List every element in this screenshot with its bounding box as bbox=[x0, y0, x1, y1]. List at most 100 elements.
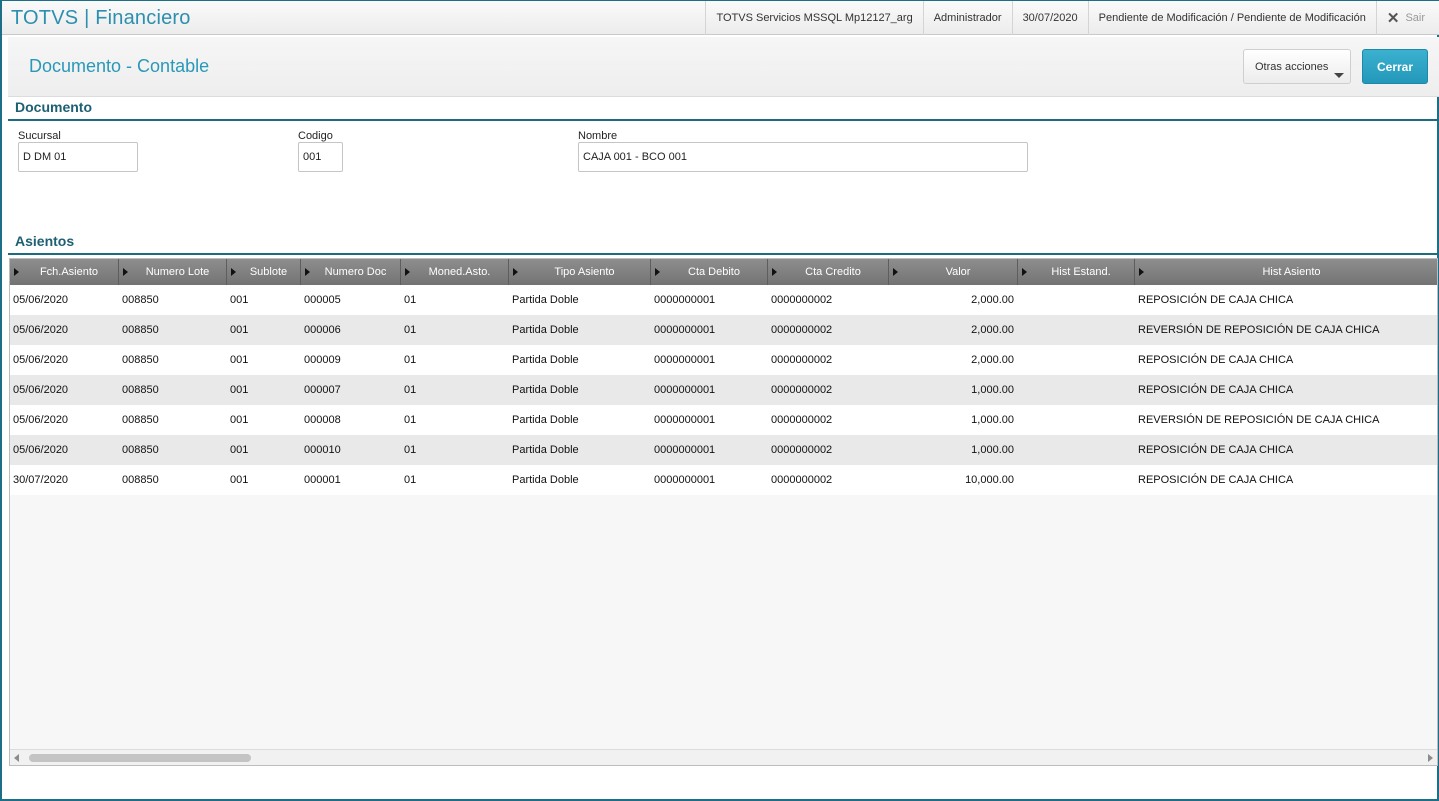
sort-arrow-icon bbox=[305, 268, 310, 276]
table-cell: 2,000.00 bbox=[971, 354, 1014, 366]
table-cell: 05/06/2020 bbox=[13, 294, 69, 306]
table-cell: 2,000.00 bbox=[971, 324, 1014, 336]
table-cell: REVERSIÓN DE REPOSICIÓN DE CAJA CHICA bbox=[1138, 414, 1380, 426]
codigo-field[interactable] bbox=[298, 142, 343, 172]
table-cell bbox=[1018, 345, 1135, 375]
column-header-label: Hist Estand. bbox=[1051, 266, 1111, 278]
exit-label: Sair bbox=[1405, 12, 1425, 24]
table-cell bbox=[1018, 375, 1135, 405]
table-cell: 0000000001 bbox=[654, 474, 716, 486]
sort-arrow-icon bbox=[14, 268, 19, 276]
table-cell: 0000000001 bbox=[654, 414, 716, 426]
scroll-left-icon[interactable] bbox=[14, 754, 19, 762]
grid-header: Fch.Asiento Numero Lote Sublote Numero Doc M… bbox=[10, 259, 1437, 285]
sort-arrow-icon bbox=[772, 268, 777, 276]
table-cell: Partida Doble bbox=[512, 414, 579, 426]
sucursal-label: Sucursal bbox=[18, 130, 61, 142]
more-actions-label: Otras acciones bbox=[1255, 60, 1329, 73]
table-cell bbox=[1018, 285, 1135, 315]
table-cell: 001 bbox=[230, 324, 249, 336]
table-cell: Partida Doble bbox=[512, 324, 579, 336]
table-cell: 000007 bbox=[304, 384, 341, 396]
column-header-label: Moned.Asto. bbox=[428, 266, 491, 278]
table-cell: 01 bbox=[404, 384, 417, 396]
table-cell: Partida Doble bbox=[512, 474, 579, 486]
column-header[interactable]: Numero Lote bbox=[119, 259, 227, 285]
table-cell: 01 bbox=[404, 444, 417, 456]
column-header-label: Cta Debito bbox=[688, 266, 740, 278]
nombre-field[interactable] bbox=[578, 142, 1028, 172]
more-actions-button[interactable]: Otras acciones bbox=[1243, 49, 1351, 84]
table-cell: 01 bbox=[404, 354, 417, 366]
scrollbar-thumb[interactable] bbox=[29, 754, 251, 762]
table-cell: 008850 bbox=[122, 444, 159, 456]
close-icon: ✕ bbox=[1386, 10, 1400, 27]
table-cell: 01 bbox=[404, 474, 417, 486]
table-cell: 0000000002 bbox=[771, 414, 833, 426]
column-header[interactable]: Valor bbox=[889, 259, 1018, 285]
table-cell: 008850 bbox=[122, 324, 159, 336]
table-cell: 001 bbox=[230, 294, 249, 306]
table-cell: 1,000.00 bbox=[971, 414, 1014, 426]
table-row[interactable]: 30/07/2020 008850 001 000001 01 Partida Doble… bbox=[10, 465, 1437, 495]
sort-arrow-icon bbox=[405, 268, 410, 276]
column-header[interactable]: Moned.Asto. bbox=[401, 259, 509, 285]
table-cell: 2,000.00 bbox=[971, 294, 1014, 306]
status-label: Pendiente de Modificación / Pendiente de… bbox=[1087, 1, 1376, 35]
table-row[interactable]: 05/06/2020 008850 001 000010 01 Partida Doble… bbox=[10, 435, 1437, 465]
column-header-label: Tipo Asiento bbox=[554, 266, 615, 278]
table-cell: REPOSICIÓN DE CAJA CHICA bbox=[1138, 384, 1294, 396]
table-cell: 001 bbox=[230, 414, 249, 426]
table-cell: 008850 bbox=[122, 474, 159, 486]
table-cell: REPOSICIÓN DE CAJA CHICA bbox=[1138, 444, 1294, 456]
sort-arrow-icon bbox=[893, 268, 898, 276]
column-header[interactable]: Tipo Asiento bbox=[509, 259, 651, 285]
page-header: Documento - Contable Otras acciones Cerr… bbox=[8, 37, 1439, 97]
column-header[interactable]: Numero Doc bbox=[301, 259, 401, 285]
table-cell: 05/06/2020 bbox=[13, 324, 69, 336]
top-bar: TOTVS | Financiero TOTVS Servicios MSSQL… bbox=[2, 1, 1439, 35]
table-row[interactable]: 05/06/2020 008850 001 000009 01 Partida Doble… bbox=[10, 345, 1437, 375]
horizontal-scrollbar[interactable] bbox=[10, 749, 1437, 765]
date-label: 30/07/2020 bbox=[1011, 1, 1088, 35]
exit-button[interactable]: ✕ Sair bbox=[1375, 1, 1439, 35]
column-header[interactable]: Hist Estand. bbox=[1018, 259, 1135, 285]
table-cell: 0000000002 bbox=[771, 444, 833, 456]
column-header[interactable]: Hist Asiento bbox=[1135, 259, 1437, 285]
chevron-down-icon bbox=[1334, 73, 1344, 78]
close-button[interactable]: Cerrar bbox=[1362, 49, 1428, 84]
table-row[interactable]: 05/06/2020 008850 001 000007 01 Partida Doble… bbox=[10, 375, 1437, 405]
table-cell: REPOSICIÓN DE CAJA CHICA bbox=[1138, 354, 1294, 366]
column-header[interactable]: Fch.Asiento bbox=[10, 259, 119, 285]
column-header[interactable]: Cta Debito bbox=[651, 259, 768, 285]
column-header-label: Numero Lote bbox=[145, 266, 210, 278]
table-cell: 000008 bbox=[304, 414, 341, 426]
table-cell: 000001 bbox=[304, 474, 341, 486]
table-row[interactable]: 05/06/2020 008850 001 000005 01 Partida Doble… bbox=[10, 285, 1437, 315]
table-row[interactable]: 05/06/2020 008850 001 000006 01 Partida Doble… bbox=[10, 315, 1437, 345]
sort-arrow-icon bbox=[513, 268, 518, 276]
table-cell: 008850 bbox=[122, 414, 159, 426]
column-header-label: Fch.Asiento bbox=[39, 266, 99, 278]
sucursal-field[interactable] bbox=[18, 142, 138, 172]
table-cell: REVERSIÓN DE REPOSICIÓN DE CAJA CHICA bbox=[1138, 324, 1380, 336]
table-cell: 05/06/2020 bbox=[13, 354, 69, 366]
column-header-label: Cta Credito bbox=[805, 266, 861, 278]
column-header[interactable]: Sublote bbox=[227, 259, 301, 285]
table-cell: Partida Doble bbox=[512, 354, 579, 366]
app-brand: TOTVS | Financiero bbox=[11, 7, 191, 29]
table-cell: 008850 bbox=[122, 384, 159, 396]
table-cell: 05/06/2020 bbox=[13, 384, 69, 396]
column-header[interactable]: Cta Credito bbox=[768, 259, 889, 285]
table-cell: 000005 bbox=[304, 294, 341, 306]
table-row[interactable]: 05/06/2020 008850 001 000008 01 Partida Doble… bbox=[10, 405, 1437, 435]
sort-arrow-icon bbox=[231, 268, 236, 276]
column-header-label: Sublote bbox=[249, 266, 288, 278]
table-cell: 05/06/2020 bbox=[13, 414, 69, 426]
table-cell: 008850 bbox=[122, 354, 159, 366]
page-title: Documento - Contable bbox=[29, 56, 210, 76]
table-cell: Partida Doble bbox=[512, 444, 579, 456]
table-cell: 0000000001 bbox=[654, 384, 716, 396]
scroll-right-icon[interactable] bbox=[1428, 754, 1433, 762]
environment-label: TOTVS Servicios MSSQL Mp12127_arg bbox=[705, 1, 922, 35]
